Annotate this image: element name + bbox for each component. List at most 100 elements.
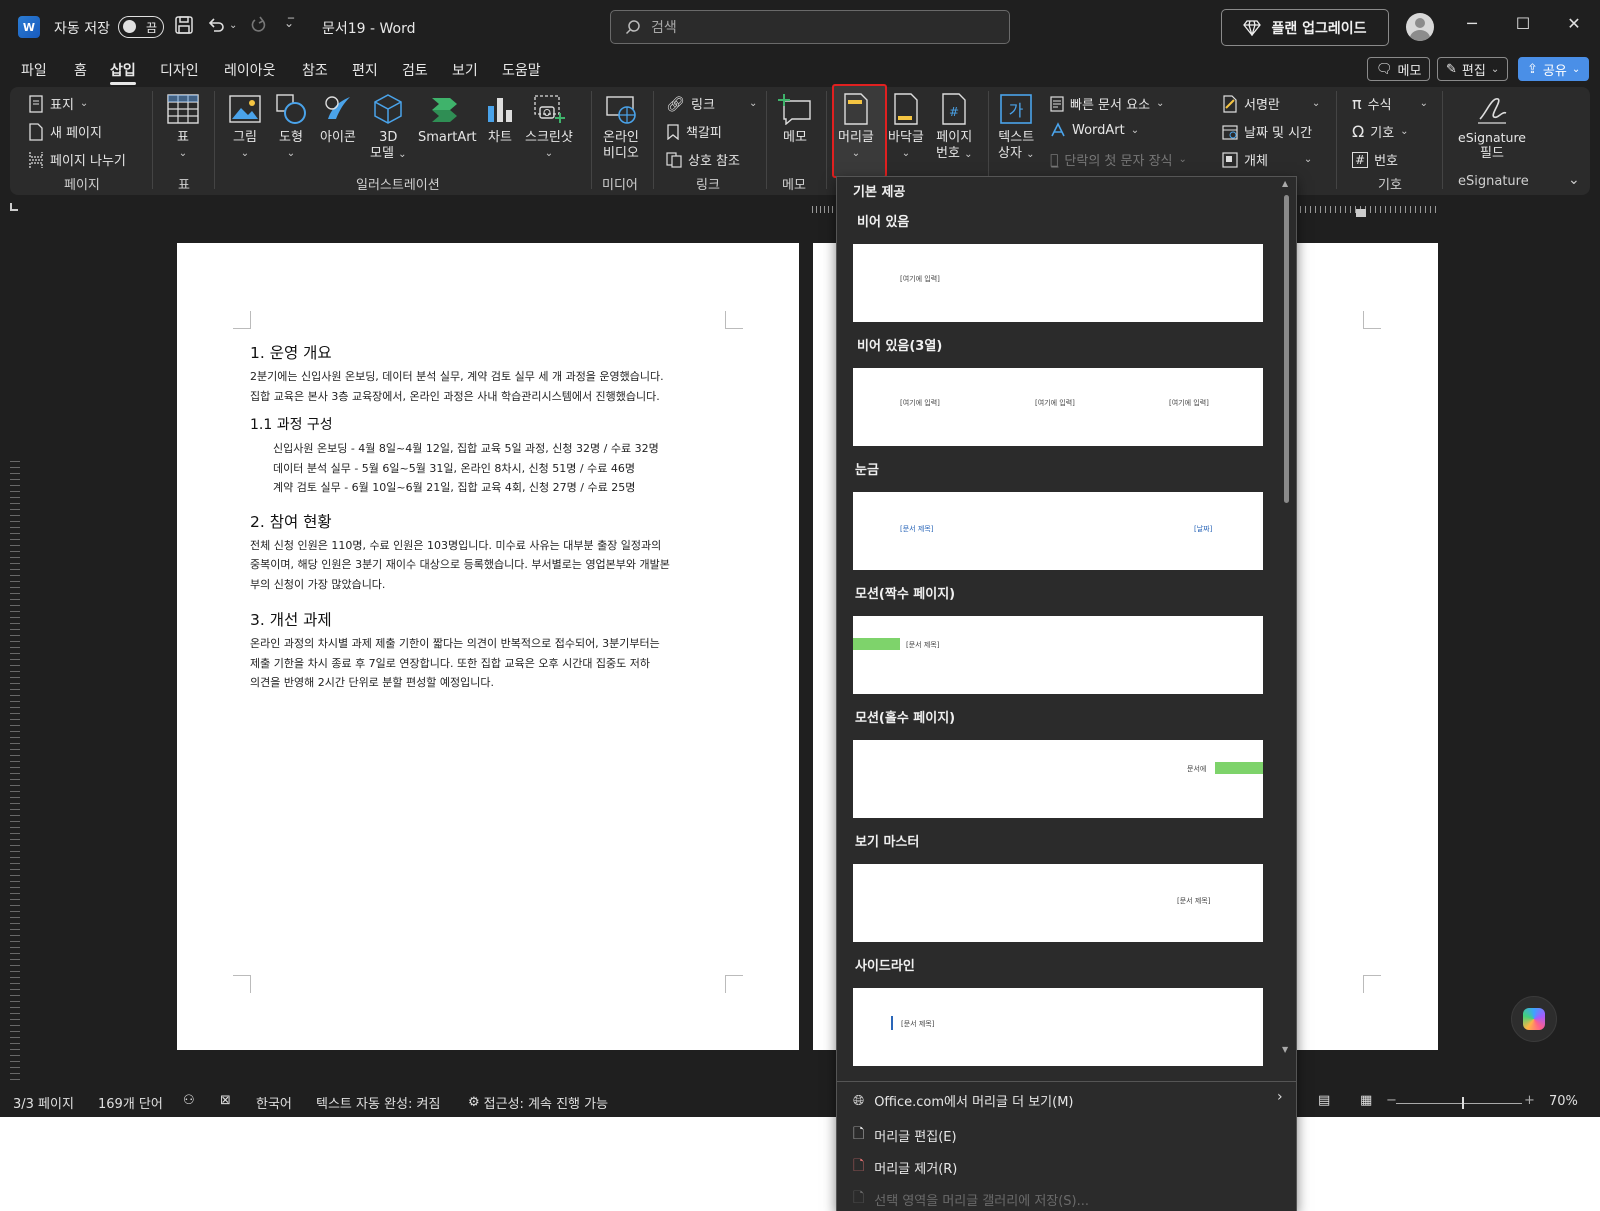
symbol-button[interactable]: Ω 기호 ⌄ (1352, 122, 1409, 141)
footer-icon (894, 93, 918, 125)
divider (1442, 91, 1443, 189)
tab-insert[interactable]: 삽입 (110, 60, 136, 85)
zoom-level[interactable]: 70% (1549, 1094, 1578, 1109)
tab-design[interactable]: 디자인 (160, 60, 199, 80)
table-button[interactable]: 표 ⌄ (166, 92, 200, 162)
3d-models-label-1: 3D (379, 130, 398, 145)
cross-reference-button[interactable]: 상호 참조 (666, 150, 740, 169)
shapes-button[interactable]: 도형 ⌄ (274, 92, 308, 162)
chart-button[interactable]: 차트 (483, 92, 517, 146)
indent-marker[interactable] (1356, 209, 1366, 217)
word-count[interactable]: 169개 단어 (98, 1093, 163, 1112)
redo-icon[interactable] (248, 15, 268, 35)
text-predictions[interactable]: 텍스트 자동 완성: 켜짐 (316, 1093, 440, 1112)
picture-button[interactable]: 그림 ⌄ (228, 92, 262, 162)
print-layout-icon[interactable]: ▤ (1318, 1093, 1330, 1108)
header-option-motion-odd[interactable]: 문서에 (853, 740, 1263, 818)
maximize-icon[interactable]: ☐ (1508, 14, 1538, 33)
page-number-button[interactable]: # 페이지 번호 ⌄ (936, 92, 972, 163)
accessibility-label: 접근성: 계속 진행 가능 (483, 1097, 609, 1112)
signature-line-button[interactable]: 서명란 ⌄ (1222, 94, 1320, 113)
save-icon[interactable] (174, 15, 194, 35)
avatar[interactable] (1406, 13, 1434, 41)
collapse-ribbon-icon[interactable]: ⌄ (1568, 172, 1580, 188)
close-icon[interactable]: ✕ (1559, 14, 1589, 33)
new-page-button[interactable]: 새 페이지 (28, 122, 102, 141)
edit-header-item[interactable]: 🗋 머리글 편집(E) (853, 1123, 957, 1147)
tab-layout[interactable]: 레이아웃 (224, 60, 276, 80)
zoom-slider[interactable] (1396, 1103, 1522, 1104)
tab-home[interactable]: 홈 (74, 60, 87, 80)
web-layout-icon[interactable]: ▦ (1360, 1093, 1372, 1108)
tab-file[interactable]: 파일 (21, 60, 47, 80)
save-selection-to-gallery-item[interactable]: 🗋 선택 영역을 머리글 갤러리에 저장(S)... (853, 1187, 1089, 1211)
esignature-label-1: eSignature (1458, 130, 1526, 145)
upgrade-plan-button[interactable]: 플랜 업그레이드 (1221, 9, 1389, 46)
undo-icon[interactable]: ⌄ (206, 15, 237, 35)
page-count[interactable]: 3/3 페이지 (13, 1093, 74, 1112)
thumbnail-text: [여기에 입력] (900, 399, 940, 407)
autosave-toggle[interactable]: 끔 (118, 16, 164, 38)
zoom-in-icon[interactable]: + (1524, 1093, 1535, 1108)
remove-header-item[interactable]: 🗋 머리글 제거(R) (853, 1155, 957, 1179)
tab-mailings[interactable]: 편지 (352, 60, 378, 80)
number-button[interactable]: # 번호 (1352, 150, 1398, 169)
header-option-view-master[interactable]: [문서 제목] (853, 864, 1263, 942)
equation-button[interactable]: π 수식 ⌄ (1352, 94, 1428, 113)
edit-mode-button[interactable]: ✎ 편집 ⌄ (1437, 57, 1509, 81)
scrollbar-thumb[interactable] (1284, 195, 1289, 503)
quick-parts-button[interactable]: 빠른 문서 요소 ⌄ (1050, 94, 1164, 113)
more-headers-office-com[interactable]: 🌐︎ Office.com에서 머리글 더 보기(M) (853, 1091, 1073, 1111)
esignature-fields-button[interactable]: eSignature 필드 (1458, 92, 1526, 162)
cover-page-button[interactable]: 표지 ⌄ (28, 94, 88, 113)
svg-text:#: # (949, 105, 959, 119)
header-option-sideline[interactable]: [문서 제목] (853, 988, 1263, 1066)
tab-help[interactable]: 도움말 (502, 60, 541, 80)
date-time-button[interactable]: 날짜 및 시간 (1222, 122, 1312, 141)
gallery-scrollbar[interactable]: ▲ ▼ (1279, 179, 1293, 1059)
equation-label: 수식 (1367, 98, 1392, 113)
textbox-button[interactable]: 가 텍스트 상자 ⌄ (998, 92, 1034, 163)
document-page[interactable]: 1. 운영 개요 2분기에는 신입사원 온보딩, 데이터 분석 실무, 계약 검… (177, 243, 799, 1050)
wordart-button[interactable]: WordArt ⌄ (1050, 122, 1139, 138)
header-option-blank-three-columns[interactable]: [여기에 입력] [여기에 입력] [여기에 입력] (853, 368, 1263, 446)
language[interactable]: 한국어 (256, 1093, 292, 1112)
customize-qat-icon[interactable]: ⌄̅ (284, 16, 294, 30)
header-option-grid[interactable]: [문서 제목] [날짜] (853, 492, 1263, 570)
online-video-button[interactable]: 온라인 비디오 (603, 92, 639, 162)
memo-button[interactable]: 🗨 메모 (1367, 57, 1431, 81)
tab-view[interactable]: 보기 (452, 60, 478, 80)
table-icon (167, 94, 199, 124)
header-button[interactable]: 머리글 ⌄ (838, 92, 874, 162)
header-option-motion-even[interactable]: [문서 제목] (853, 616, 1263, 694)
accessibility-status[interactable]: ⚙ 접근성: 계속 진행 가능 (468, 1093, 608, 1112)
tab-review[interactable]: 검토 (402, 60, 428, 80)
share-button[interactable]: ⇪ 공유 ⌄ (1518, 57, 1590, 81)
3d-models-button[interactable]: 3D 모델 ⌄ (370, 92, 406, 163)
tab-references[interactable]: 참조 (302, 60, 328, 80)
new-comment-button[interactable]: 메모 (778, 92, 812, 146)
smartart-button[interactable]: SmartArt (418, 92, 477, 146)
search-box[interactable]: 검색 (610, 10, 1010, 44)
scroll-up-icon[interactable]: ▲ (1282, 179, 1288, 188)
object-button[interactable]: 개체 ⌄ (1222, 150, 1312, 169)
screenshot-button[interactable]: 스크린샷 ⌄ (525, 92, 573, 162)
object-icon (1222, 151, 1238, 168)
scroll-down-icon[interactable]: ▼ (1282, 1045, 1288, 1054)
zoom-out-icon[interactable]: − (1386, 1093, 1397, 1108)
header-option-blank[interactable]: [여기에 입력] (853, 244, 1263, 322)
link-button[interactable]: 🔗︎ 링크 ⌄ (666, 94, 757, 114)
bookmark-button[interactable]: 책갈피 (666, 122, 722, 141)
drop-cap-button[interactable]: 가̲ 단락의 첫 문자 장식 ⌄ (1050, 150, 1187, 170)
proofing-icon[interactable]: ⚇ (183, 1093, 195, 1108)
tab-selector-icon[interactable] (10, 203, 18, 211)
minimize-icon[interactable]: ─ (1457, 14, 1487, 33)
paragraph: 제출 기한을 차시 종료 후 7일로 연장합니다. 또한 집합 교육은 오후 시… (250, 656, 651, 670)
icons-button[interactable]: 아이콘 (320, 92, 356, 146)
track-changes-icon[interactable]: ⊠ (220, 1093, 231, 1108)
zoom-slider-thumb[interactable] (1462, 1097, 1464, 1109)
page-break-button[interactable]: 페이지 나누기 (28, 150, 126, 169)
heading-operations-overview: 1. 운영 개요 (250, 344, 332, 362)
copilot-button[interactable] (1511, 996, 1557, 1042)
footer-button[interactable]: 바닥글 ⌄ (888, 92, 924, 162)
